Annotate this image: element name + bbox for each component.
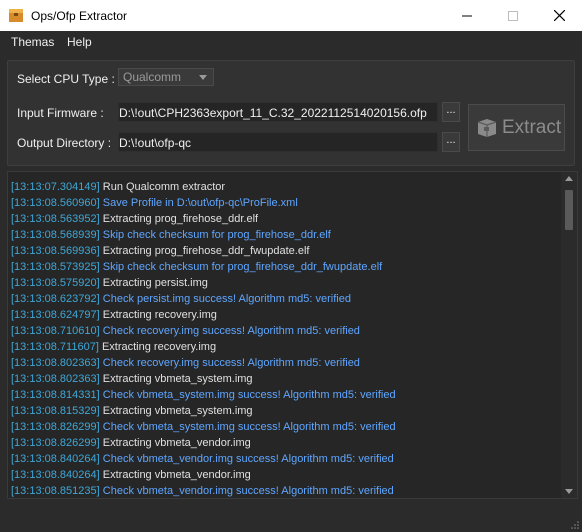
input-firmware-label: Input Firmware : (17, 106, 104, 120)
settings-panel: Select CPU Type : Qualcomm Input Firmwar… (7, 60, 575, 166)
maximize-icon (508, 10, 518, 21)
log-timestamp: [13:13:08.826299] (11, 421, 100, 433)
log-line: [13:13:08.573925] Skip check checksum fo… (11, 259, 559, 275)
log-message: Extracting vbmeta_vendor.img (102, 469, 251, 481)
resize-grip-icon[interactable] (570, 520, 580, 530)
log-line: [13:13:08.563952] Extracting prog_fireho… (11, 211, 559, 227)
package-box-icon (477, 118, 497, 137)
output-directory-label: Output Directory : (17, 136, 112, 150)
window-title: Ops/Ofp Extractor (31, 9, 128, 23)
log-line: [13:13:08.840264] Check vbmeta_vendor.im… (11, 451, 559, 467)
log-line: [13:13:08.840264] Extracting vbmeta_vend… (11, 467, 559, 483)
log-timestamp: [13:13:08.840264] (11, 453, 100, 465)
log-timestamp: [13:13:08.563952] (11, 213, 100, 225)
log-line: [13:13:08.710610] Check recovery.img suc… (11, 323, 559, 339)
log-message[interactable]: Skip check checksum for prog_firehose_dd… (103, 229, 331, 241)
browse-input-button[interactable]: ... (442, 102, 460, 122)
log-timestamp: [13:13:08.569936] (11, 245, 100, 257)
log-timestamp: [13:13:08.814331] (11, 389, 100, 401)
minimize-icon (462, 15, 472, 16)
log-line: [13:13:08.851235] Check vbmeta_vendor.im… (11, 483, 559, 499)
log-message[interactable]: Check vbmeta_system.img success! Algorit… (103, 421, 396, 433)
extract-button[interactable]: Extract (468, 104, 565, 151)
scroll-up-icon[interactable] (565, 176, 573, 181)
log-message[interactable]: Check recovery.img success! Algorithm md… (103, 325, 360, 337)
close-button[interactable] (536, 0, 582, 31)
log-timestamp: [13:13:08.710610] (11, 325, 100, 337)
log-line: [13:13:08.624797] Extracting recovery.im… (11, 307, 559, 323)
log-message[interactable]: Check recovery.img success! Algorithm md… (103, 357, 360, 369)
log-message: Run Qualcomm extractor (102, 181, 226, 193)
extract-label: Extract (502, 116, 562, 138)
cpu-type-select[interactable]: Qualcomm (118, 68, 214, 86)
log-line: [13:13:08.711607] Extracting recovery.im… (11, 339, 559, 355)
log-message: Extracting prog_firehose_ddr_fwupdate.el… (102, 245, 310, 257)
maximize-button[interactable] (490, 0, 536, 31)
menu-bar: Themas Help (0, 31, 582, 53)
scroll-thumb[interactable] (565, 190, 573, 230)
log-line: [13:13:08.575920] Extracting persist.img (11, 275, 559, 291)
log-message: Extracting persist.img (102, 277, 208, 289)
cpu-type-value: Qualcomm (123, 70, 182, 84)
log-message: Extracting vbmeta_vendor.img (102, 437, 251, 449)
log-message: Extracting vbmeta_system.img (102, 373, 253, 385)
log-timestamp: [13:13:08.623792] (11, 293, 100, 305)
title-bar[interactable]: Ops/Ofp Extractor (0, 0, 582, 31)
log-line: [13:13:08.623792] Check persist.img succ… (11, 291, 559, 307)
close-icon (553, 10, 565, 21)
log-timestamp: [13:13:08.851235] (11, 485, 100, 497)
log-message[interactable]: Check persist.img success! Algorithm md5… (103, 293, 351, 305)
log-line: [13:13:08.568939] Skip check checksum fo… (11, 227, 559, 243)
log-timestamp: [13:13:08.575920] (11, 277, 100, 289)
log-message[interactable]: Check vbmeta_vendor.img success! Algorit… (103, 453, 394, 465)
log-timestamp: [13:13:08.802363] (11, 373, 100, 385)
scroll-down-icon[interactable] (565, 489, 573, 494)
log-message: Extracting prog_firehose_ddr.elf (102, 213, 259, 225)
log-timestamp: [13:13:08.802363] (11, 357, 100, 369)
log-message: Extracting recovery.img (101, 341, 217, 353)
log-message[interactable]: Check vbmeta_vendor.img success! Algorit… (103, 485, 394, 497)
log-line: [13:13:07.304149] Run Qualcomm extractor (11, 179, 559, 195)
log-timestamp: [13:13:08.815329] (11, 405, 100, 417)
minimize-button[interactable] (444, 0, 490, 31)
menu-help[interactable]: Help (67, 35, 92, 49)
log-message[interactable]: Skip check checksum for prog_firehose_dd… (103, 261, 382, 273)
log-line: [13:13:08.814331] Check vbmeta_system.im… (11, 387, 559, 403)
log-line: [13:13:08.560960] Save Profile in D:\out… (11, 195, 559, 211)
log-message[interactable]: Save Profile in D:\out\ofp-qc\ProFile.xm… (103, 197, 298, 209)
chevron-down-icon (199, 75, 207, 80)
log-line: [13:13:08.826299] Check vbmeta_system.im… (11, 419, 559, 435)
log-timestamp: [13:13:08.711607] (11, 341, 99, 353)
log-output[interactable]: [13:13:07.304149] Run Qualcomm extractor… (7, 171, 578, 499)
input-firmware-field[interactable]: D:\!out\CPH2363export_11_C.32_2022112514… (118, 102, 438, 122)
log-line: [13:13:08.802363] Check recovery.img suc… (11, 355, 559, 371)
log-timestamp: [13:13:08.840264] (11, 469, 100, 481)
log-timestamp: [13:13:08.573925] (11, 261, 100, 273)
log-line: [13:13:08.569936] Extracting prog_fireho… (11, 243, 559, 259)
log-message: Extracting recovery.img (102, 309, 217, 321)
log-line: [13:13:08.815329] Extracting vbmeta_syst… (11, 403, 559, 419)
output-directory-field[interactable]: D:\!out\ofp-qc (118, 132, 438, 152)
menu-themas[interactable]: Themas (11, 35, 54, 49)
app-icon (9, 9, 23, 22)
log-scrollbar[interactable] (561, 172, 577, 498)
log-timestamp: [13:13:08.568939] (11, 229, 100, 241)
log-timestamp: [13:13:07.304149] (11, 181, 100, 193)
log-timestamp: [13:13:08.624797] (11, 309, 100, 321)
cpu-type-label: Select CPU Type : (17, 72, 115, 86)
log-message[interactable]: Check vbmeta_system.img success! Algorit… (103, 389, 396, 401)
browse-output-button[interactable]: ... (442, 132, 460, 152)
log-timestamp: [13:13:08.826299] (11, 437, 100, 449)
log-line: [13:13:08.802363] Extracting vbmeta_syst… (11, 371, 559, 387)
log-line: [13:13:08.826299] Extracting vbmeta_vend… (11, 435, 559, 451)
log-list: [13:13:07.304149] Run Qualcomm extractor… (11, 179, 559, 499)
log-message: Extracting vbmeta_system.img (102, 405, 253, 417)
log-timestamp: [13:13:08.560960] (11, 197, 100, 209)
